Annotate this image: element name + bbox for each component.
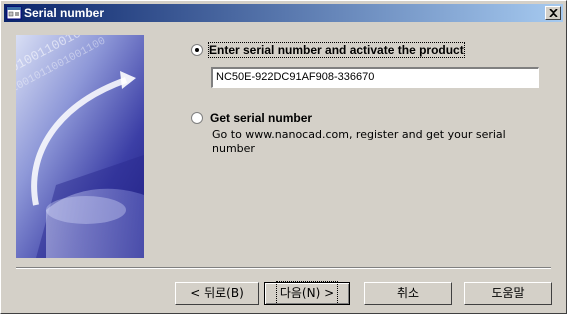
close-button[interactable] xyxy=(545,6,561,20)
get-serial-radio[interactable] xyxy=(191,112,203,124)
cancel-button[interactable]: 취소 xyxy=(364,282,452,305)
next-button-label: 다음(N) > xyxy=(275,281,339,305)
help-button-label: 도움말 xyxy=(491,286,525,300)
cancel-button-label: 취소 xyxy=(396,286,420,300)
enter-serial-label[interactable]: Enter serial number and activate the pro… xyxy=(208,42,465,58)
separator-highlight xyxy=(16,268,551,269)
back-button[interactable]: < 뒤로(B) xyxy=(175,282,259,305)
get-serial-label[interactable]: Get serial number xyxy=(210,111,312,125)
enter-serial-radio[interactable] xyxy=(191,44,203,56)
title-bar[interactable]: Serial number xyxy=(4,4,563,22)
app-icon xyxy=(6,6,22,20)
window-title: Serial number xyxy=(24,6,105,20)
serial-number-field[interactable]: NC50E-922DC91AF908-336670 xyxy=(211,67,539,88)
close-icon xyxy=(549,9,558,17)
serial-number-dialog: Serial number 0100110010010110 100101100… xyxy=(0,0,567,314)
next-button[interactable]: 다음(N) > xyxy=(264,281,350,305)
wizard-banner-image: 0100110010010110 1001011001001100 xyxy=(16,35,144,258)
help-button[interactable]: 도움말 xyxy=(464,282,552,305)
get-serial-description: Go to www.nanocad.com, register and get … xyxy=(212,128,506,155)
back-button-label: < 뒤로(B) xyxy=(190,286,244,300)
